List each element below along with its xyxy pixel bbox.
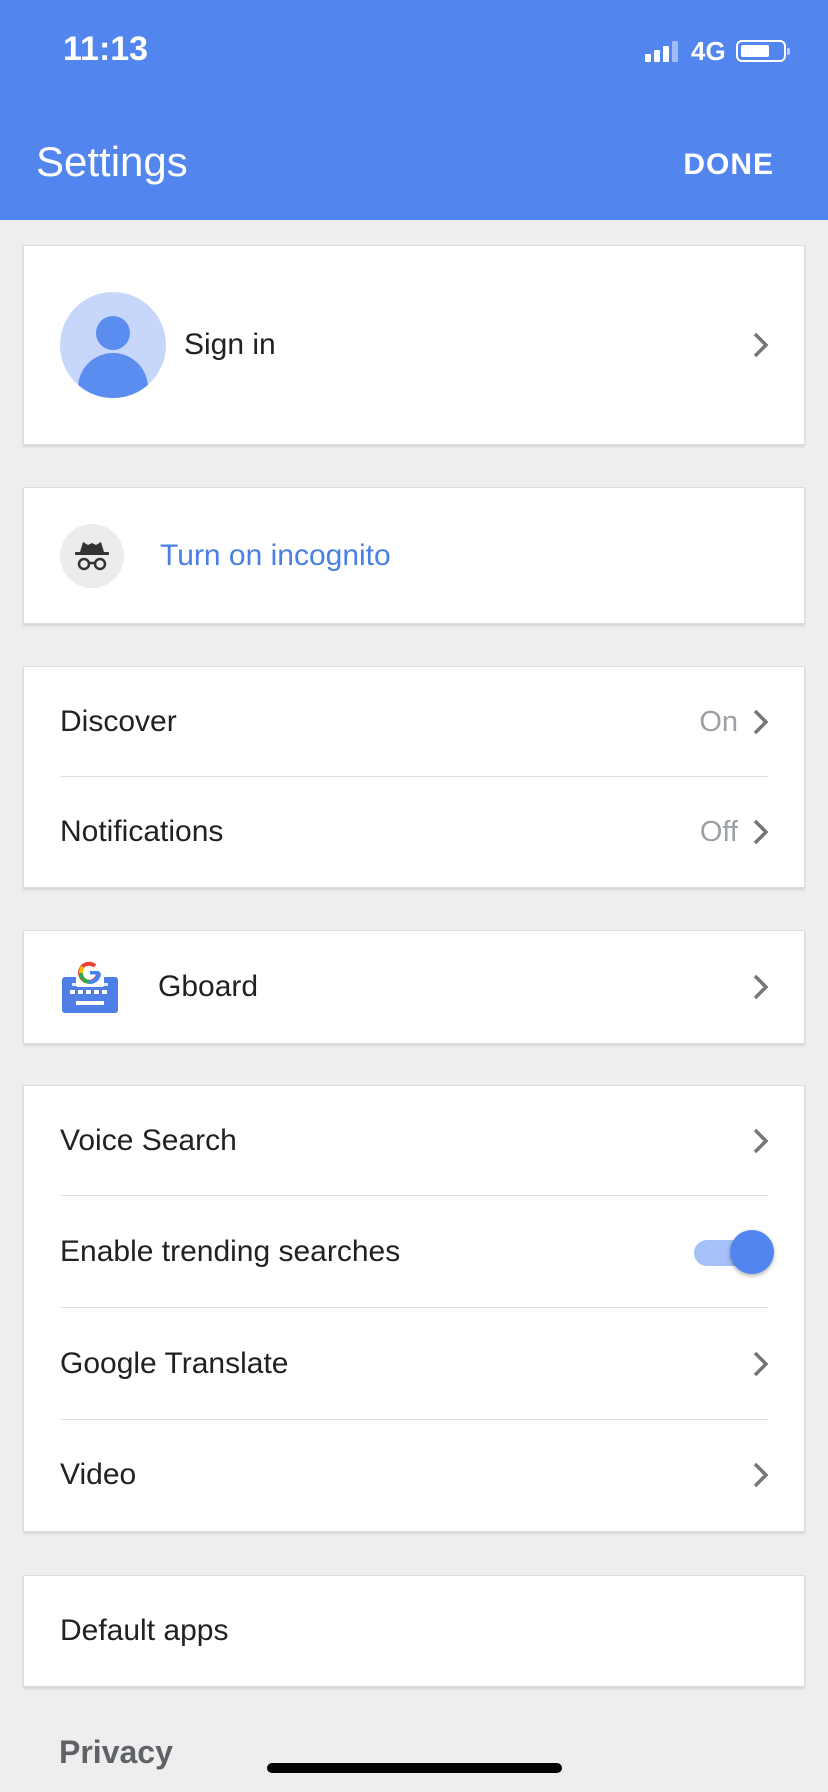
- search-settings-card: Voice Search Enable trending searches Go…: [23, 1085, 805, 1532]
- default-apps-label: Default apps: [60, 1614, 229, 1647]
- incognito-label: Turn on incognito: [160, 538, 391, 572]
- chevron-right-icon: [753, 1351, 769, 1377]
- incognito-icon: [60, 523, 124, 588]
- chevron-right-icon: [753, 332, 769, 358]
- app-header: 11:13 4G Settings DONE: [0, 0, 828, 220]
- network-type: 4G: [691, 35, 726, 66]
- voice-search-row[interactable]: Voice Search: [24, 1086, 804, 1196]
- cellular-signal-icon: [645, 40, 681, 62]
- privacy-section-heading: Privacy: [59, 1734, 173, 1770]
- chevron-right-icon: [753, 819, 769, 845]
- voice-search-label: Voice Search: [60, 1124, 237, 1157]
- incognito-row[interactable]: Turn on incognito: [24, 488, 804, 623]
- trending-searches-row: Enable trending searches: [24, 1196, 804, 1308]
- default-apps-card: Default apps: [23, 1575, 805, 1687]
- chevron-right-icon: [753, 1128, 769, 1154]
- gboard-row[interactable]: Gboard: [24, 931, 804, 1043]
- page-title: Settings: [36, 138, 188, 185]
- notifications-value: Off: [699, 815, 738, 848]
- notifications-row[interactable]: Notifications Off: [24, 777, 804, 887]
- gboard-icon: [62, 959, 118, 1013]
- avatar-icon: [60, 292, 166, 398]
- home-indicator[interactable]: [267, 1763, 562, 1773]
- sign-in-label: Sign in: [184, 328, 276, 361]
- trending-searches-toggle[interactable]: [692, 1230, 774, 1274]
- status-indicators: 4G: [645, 35, 790, 66]
- video-label: Video: [60, 1458, 137, 1491]
- chevron-right-icon: [753, 974, 769, 1000]
- google-translate-row[interactable]: Google Translate: [24, 1308, 804, 1420]
- gboard-label: Gboard: [158, 970, 259, 1003]
- status-time: 11:13: [63, 30, 149, 68]
- trending-searches-label: Enable trending searches: [60, 1235, 401, 1268]
- chevron-right-icon: [753, 1462, 769, 1488]
- incognito-card: Turn on incognito: [23, 487, 805, 624]
- battery-icon: [735, 40, 790, 62]
- done-button[interactable]: DONE: [683, 148, 774, 182]
- discover-row[interactable]: Discover On: [24, 667, 804, 777]
- notifications-label: Notifications: [60, 815, 224, 848]
- video-row[interactable]: Video: [24, 1420, 804, 1530]
- gboard-card: Gboard: [23, 930, 805, 1044]
- sign-in-row[interactable]: Sign in: [24, 246, 804, 444]
- account-card: Sign in: [23, 245, 805, 445]
- default-apps-row[interactable]: Default apps: [24, 1576, 804, 1686]
- google-translate-label: Google Translate: [60, 1347, 289, 1380]
- discover-label: Discover: [60, 705, 177, 738]
- discover-value: On: [699, 705, 738, 738]
- chevron-right-icon: [753, 709, 769, 735]
- feed-settings-card: Discover On Notifications Off: [23, 666, 805, 888]
